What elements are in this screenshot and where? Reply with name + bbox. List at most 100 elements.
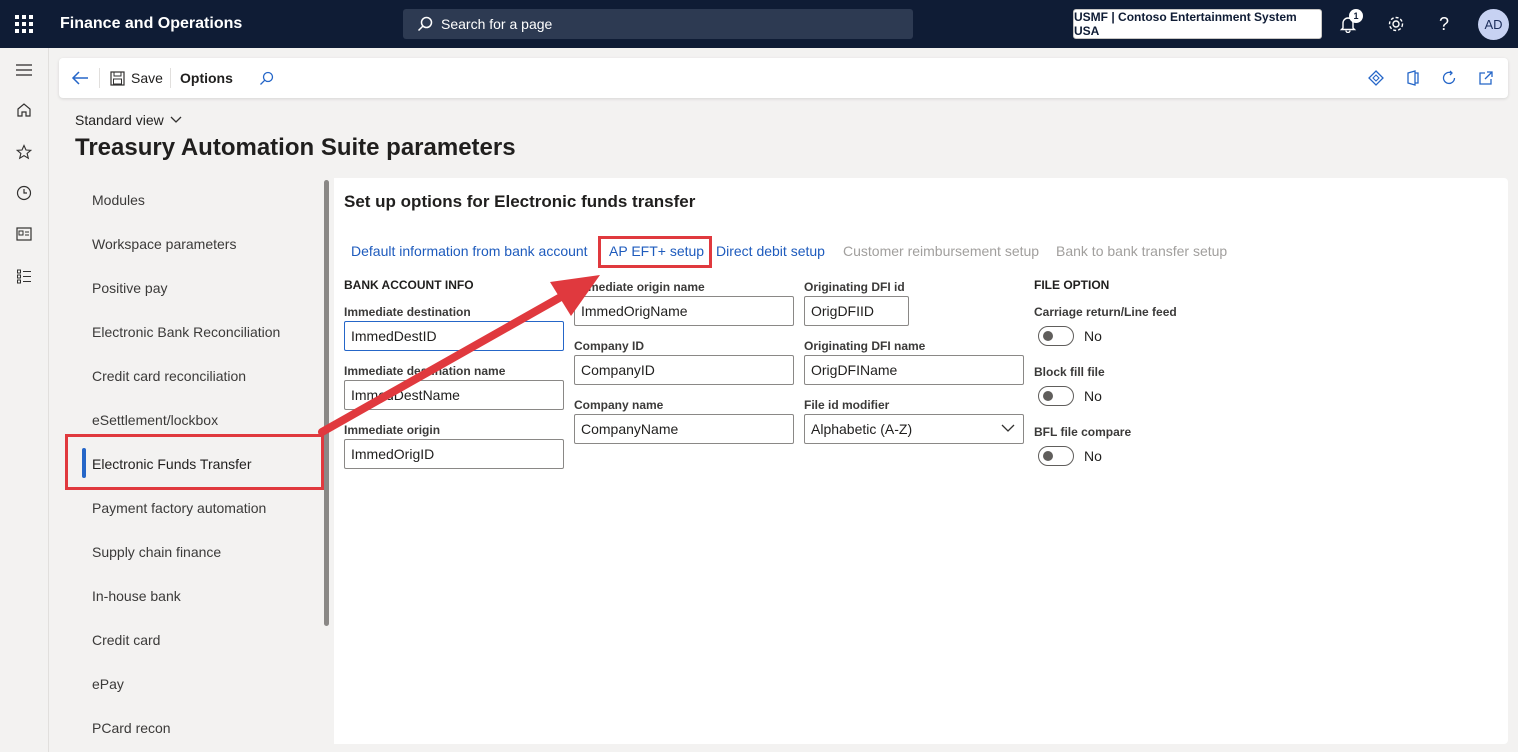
tab-customer-reimbursement-setup: Customer reimbursement setup [843, 243, 1040, 259]
search-icon [417, 16, 433, 32]
originating-dfi-id-label: Originating DFI id [804, 280, 905, 294]
workspaces-button[interactable] [14, 224, 34, 244]
chevron-down-icon [1001, 424, 1015, 432]
hamburger-menu-button[interactable] [14, 60, 34, 80]
workspace-icon [16, 227, 32, 241]
bank-account-info-heading: BANK ACCOUNT INFO [344, 278, 474, 292]
immediate-origin-label: Immediate origin [344, 423, 441, 437]
immediate-destination-field[interactable]: ImmedDestID [344, 321, 564, 351]
recent-button[interactable] [14, 183, 34, 203]
home-button[interactable] [14, 100, 34, 120]
immediate-origin-name-field[interactable]: ImmedOrigName [574, 296, 794, 326]
view-label: Standard view [75, 112, 164, 128]
nav-item-supply-chain-finance[interactable]: Supply chain finance [92, 544, 221, 560]
nav-item-credit-card[interactable]: Credit card [92, 632, 160, 648]
back-arrow-icon [71, 71, 88, 85]
view-selector[interactable]: Standard view [75, 112, 182, 128]
content-title: Set up options for Electronic funds tran… [344, 192, 696, 211]
nav-item-credit-card-reconciliation[interactable]: Credit card reconciliation [92, 368, 246, 384]
nav-item-payment-factory-automation[interactable]: Payment factory automation [92, 500, 266, 516]
immediate-origin-field[interactable]: ImmedOrigID [344, 439, 564, 469]
diamond-icon [1368, 70, 1384, 86]
highlight-box-eft-nav [65, 434, 324, 490]
app-launcher-button[interactable] [0, 0, 48, 48]
back-button[interactable] [71, 58, 89, 98]
options-tab[interactable]: Options [180, 58, 233, 98]
office-button[interactable] [1406, 58, 1420, 98]
list-icon [17, 269, 31, 284]
nav-item-esettlement-lockbox[interactable]: eSettlement/lockbox [92, 412, 218, 428]
popout-icon [1479, 71, 1493, 85]
nav-item-epay[interactable]: ePay [92, 676, 124, 692]
immediate-origin-name-label: Immediate origin name [574, 280, 705, 294]
tab-default-information[interactable]: Default information from bank account [351, 243, 588, 259]
star-icon [16, 144, 32, 160]
carriage-return-value: No [1084, 328, 1102, 344]
file-id-modifier-label: File id modifier [804, 398, 890, 412]
tab-bank-to-bank-transfer-setup: Bank to bank transfer setup [1056, 243, 1228, 259]
company-id-field[interactable]: CompanyID [574, 355, 794, 385]
action-search-button[interactable] [259, 58, 274, 98]
gear-icon [1388, 16, 1404, 32]
immediate-destination-name-label: Immediate destination name [344, 364, 506, 378]
nav-item-positive-pay[interactable]: Positive pay [92, 280, 167, 296]
block-fill-file-value: No [1084, 388, 1102, 404]
power-apps-button[interactable] [1368, 58, 1384, 98]
search-icon [260, 71, 274, 85]
bfl-file-compare-value: No [1084, 448, 1102, 464]
save-button[interactable]: Save [110, 58, 163, 98]
favorites-button[interactable] [14, 142, 34, 162]
hamburger-icon [16, 64, 32, 76]
help-icon: ? [1438, 13, 1449, 34]
search-placeholder: Search for a page [441, 16, 553, 32]
settings-button[interactable] [1385, 13, 1407, 35]
page-title: Treasury Automation Suite parameters [75, 134, 516, 161]
clock-icon [16, 185, 32, 201]
bfl-file-compare-label: BFL file compare [1034, 425, 1132, 439]
company-id-label: Company ID [574, 339, 645, 353]
company-picker[interactable]: USMF | Contoso Entertainment System USA [1073, 9, 1322, 39]
highlight-box-ap-eft-tab [598, 236, 712, 268]
file-option-heading: FILE OPTION [1034, 278, 1110, 292]
immediate-destination-label: Immediate destination [344, 305, 471, 319]
chevron-down-icon [170, 116, 182, 123]
file-id-modifier-value: Alphabetic (A-Z) [811, 421, 913, 437]
office-icon [1407, 70, 1419, 86]
block-fill-file-label: Block fill file [1034, 365, 1105, 379]
originating-dfi-name-label: Originating DFI name [804, 339, 926, 353]
notifications-button[interactable]: 1 [1337, 9, 1363, 35]
search-input[interactable]: Search for a page [403, 9, 913, 39]
carriage-return-toggle[interactable] [1038, 326, 1074, 346]
save-icon [110, 70, 125, 86]
carriage-return-label: Carriage return/Line feed [1034, 305, 1177, 319]
refresh-icon [1442, 70, 1456, 85]
help-button[interactable]: ? [1433, 13, 1455, 35]
nav-item-pcard-recon[interactable]: PCard recon [92, 720, 171, 736]
nav-item-electronic-bank-reconciliation[interactable]: Electronic Bank Reconciliation [92, 324, 280, 340]
originating-dfi-id-field[interactable]: OrigDFIID [804, 296, 909, 326]
modules-button[interactable] [14, 266, 34, 286]
nav-item-modules[interactable]: Modules [92, 192, 145, 208]
options-label: Options [180, 70, 233, 86]
refresh-button[interactable] [1441, 58, 1457, 98]
company-name-label: Company name [574, 398, 664, 412]
nav-item-in-house-bank[interactable]: In-house bank [92, 588, 181, 604]
nav-scrollbar[interactable] [324, 180, 329, 626]
app-title: Finance and Operations [60, 15, 243, 32]
action-pane: Save Options [59, 58, 1508, 98]
nav-item-workspace-parameters[interactable]: Workspace parameters [92, 236, 236, 252]
file-id-modifier-select[interactable]: Alphabetic (A-Z) [804, 414, 1024, 444]
tab-direct-debit-setup[interactable]: Direct debit setup [716, 243, 825, 259]
block-fill-file-toggle[interactable] [1038, 386, 1074, 406]
immediate-destination-name-field[interactable]: ImmedDestName [344, 380, 564, 410]
open-new-window-button[interactable] [1478, 58, 1494, 98]
bfl-file-compare-toggle[interactable] [1038, 446, 1074, 466]
originating-dfi-name-field[interactable]: OrigDFIName [804, 355, 1024, 385]
home-icon [17, 103, 31, 117]
left-rail [0, 48, 49, 752]
waffle-icon [15, 15, 33, 33]
avatar[interactable]: AD [1478, 9, 1509, 40]
notification-count: 1 [1349, 9, 1363, 23]
save-label: Save [131, 70, 163, 86]
company-name-field[interactable]: CompanyName [574, 414, 794, 444]
